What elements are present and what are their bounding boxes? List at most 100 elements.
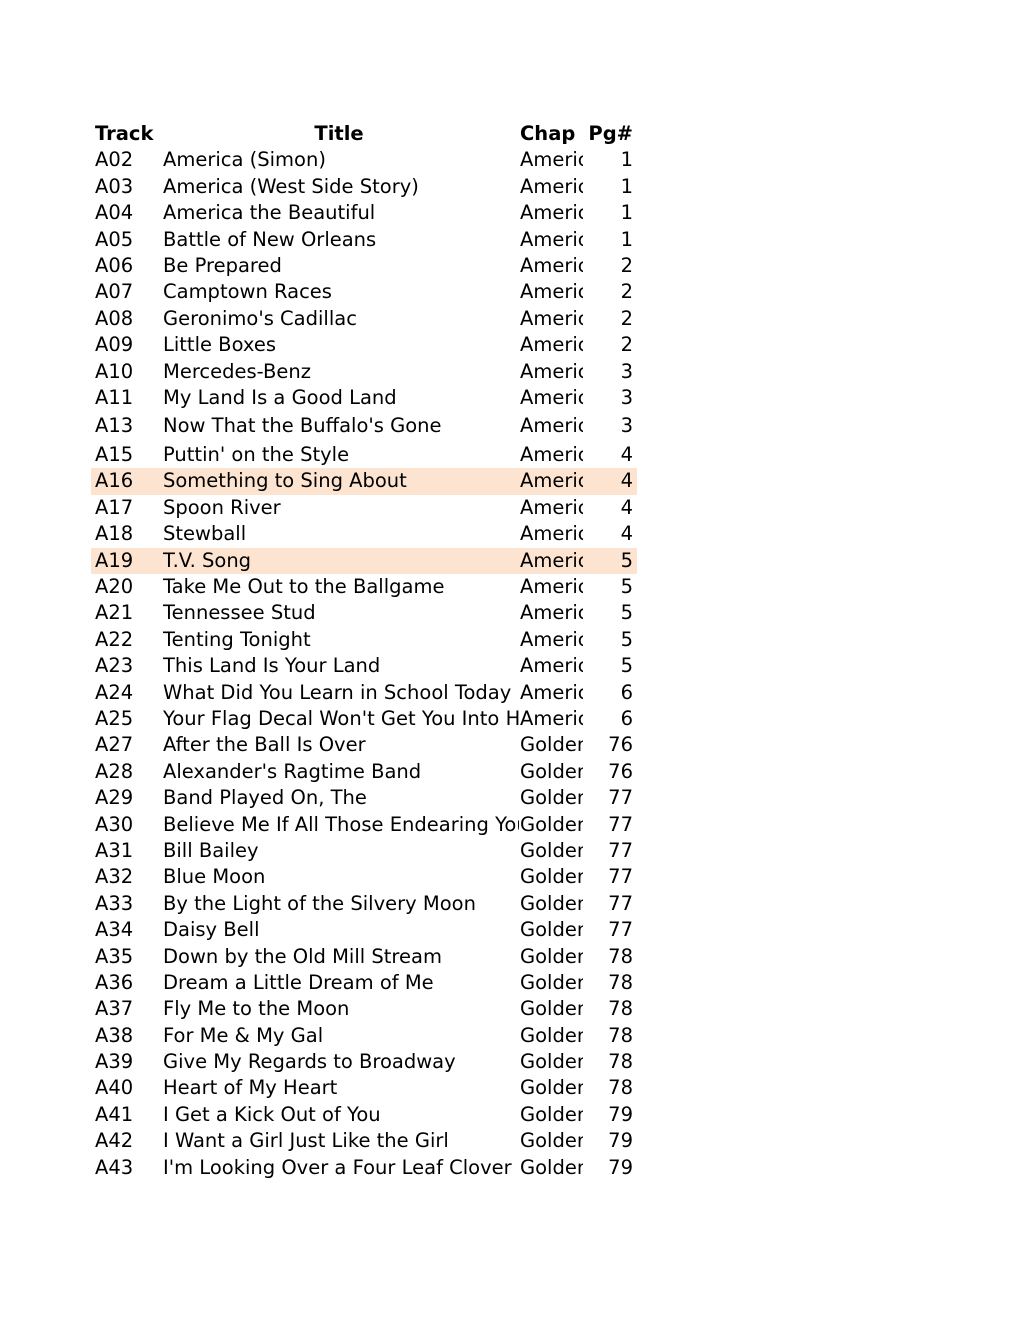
- pg-cell: 5: [620, 654, 633, 678]
- pg-cell: 2: [620, 333, 633, 357]
- track-cell: A17: [95, 495, 134, 519]
- pg-cell: 78: [608, 970, 633, 994]
- chap-cell: Golden: [520, 865, 583, 889]
- table-row: A16 Something to Sing About America 4: [91, 468, 637, 495]
- track-cell: A33: [95, 891, 134, 915]
- track-cell: A27: [95, 733, 134, 757]
- chap-cell: Golden: [520, 1023, 583, 1047]
- pg-cell: 2: [620, 280, 633, 304]
- pg-cell: 1: [620, 174, 633, 198]
- chap-cell: Golden: [520, 1076, 583, 1100]
- title-cell: Fly Me to the Moon: [163, 997, 350, 1021]
- chap-cell: America: [520, 174, 583, 198]
- table-row: A29 Band Played On, The Golden 77: [91, 785, 637, 811]
- pg-cell: 76: [608, 759, 633, 783]
- title-cell: Take Me Out to the Ballgame: [163, 575, 445, 599]
- track-cell: A02: [95, 148, 134, 172]
- header-chap: Chap: [520, 122, 576, 145]
- chap-cell: Golden: [520, 786, 583, 810]
- chap-cell: America: [520, 280, 583, 304]
- track-cell: A28: [95, 759, 134, 783]
- track-cell: A06: [95, 253, 134, 277]
- table-row: A22 Tenting Tonight America 5: [91, 627, 637, 653]
- table-row: A21 Tennessee Stud America 5: [91, 600, 637, 626]
- table-row: A03 America (West Side Story) America 1: [91, 174, 637, 200]
- chap-cell: America: [520, 680, 583, 704]
- table-row: A09 Little Boxes America 2: [91, 332, 637, 358]
- track-cell: A19: [95, 548, 134, 572]
- title-cell: Down by the Old Mill Stream: [163, 944, 442, 968]
- track-cell: A13: [95, 414, 134, 438]
- title-cell: I Get a Kick Out of You: [163, 1102, 381, 1126]
- track-table: Track Title Chap Pg# A02 America (Simon) A…: [91, 121, 637, 1181]
- track-cell: A22: [95, 627, 134, 651]
- chap-cell: Golden: [520, 1102, 583, 1126]
- chap-cell: Golden: [520, 733, 583, 757]
- track-cell: A03: [95, 174, 134, 198]
- table-row: A37 Fly Me to the Moon Golden 78: [91, 996, 637, 1022]
- pg-cell: 2: [620, 253, 633, 277]
- chap-cell: America: [520, 469, 583, 493]
- chap-cell: America: [520, 627, 583, 651]
- title-cell: Tennessee Stud: [163, 601, 316, 625]
- pg-cell: 1: [620, 148, 633, 172]
- track-cell: A20: [95, 575, 134, 599]
- track-cell: A39: [95, 1050, 134, 1074]
- title-cell: Be Prepared: [163, 253, 282, 277]
- table-row: A13 Now That the Buffalo's Gone America 3: [91, 411, 637, 440]
- track-cell: A23: [95, 654, 134, 678]
- table-row: A30 Believe Me If All Those Endearing You…: [91, 812, 637, 838]
- pg-cell: 79: [608, 1129, 633, 1153]
- title-cell: By the Light of the Silvery Moon: [163, 891, 476, 915]
- table-row: A11 My Land Is a Good Land America 3: [91, 385, 637, 411]
- pg-cell: 4: [620, 442, 633, 466]
- track-cell: A32: [95, 865, 134, 889]
- pg-cell: 77: [608, 838, 633, 862]
- pg-cell: 76: [608, 733, 633, 757]
- pg-cell: 1: [620, 201, 633, 225]
- title-cell: Daisy Bell: [163, 918, 260, 942]
- track-cell: A24: [95, 680, 134, 704]
- title-cell: Dream a Little Dream of Me: [163, 970, 434, 994]
- track-cell: A25: [95, 707, 134, 730]
- table-row: A02 America (Simon) America 1: [91, 147, 637, 173]
- track-cell: A35: [95, 944, 134, 968]
- title-cell: America (Simon): [163, 148, 326, 172]
- track-cell: A11: [95, 385, 134, 409]
- table-row: A04 America the Beautiful America 1: [91, 200, 637, 226]
- title-cell: I Want a Girl Just Like the Girl: [163, 1129, 449, 1153]
- track-cell: A37: [95, 997, 134, 1021]
- table-row: A05 Battle of New Orleans America 1: [91, 227, 637, 253]
- title-cell: This Land Is Your Land: [163, 654, 381, 678]
- chap-cell: America: [520, 522, 583, 546]
- chap-cell: America: [520, 707, 583, 730]
- table-row: A41 I Get a Kick Out of You Golden 79: [91, 1102, 637, 1128]
- chap-cell: Golden: [520, 1155, 583, 1179]
- title-cell: Puttin' on the Style: [163, 442, 350, 466]
- table-row: A36 Dream a Little Dream of Me Golden 78: [91, 970, 637, 996]
- title-cell: America the Beautiful: [163, 201, 376, 225]
- title-cell: Bill Bailey: [163, 838, 259, 862]
- title-cell: Spoon River: [163, 495, 281, 519]
- track-cell: A36: [95, 970, 134, 994]
- track-cell: A30: [95, 812, 134, 836]
- title-cell: After the Ball Is Over: [163, 733, 366, 757]
- track-cell: A38: [95, 1023, 134, 1047]
- pg-cell: 5: [620, 627, 633, 651]
- pg-cell: 5: [620, 575, 633, 599]
- title-cell: For Me & My Gal: [163, 1023, 324, 1047]
- pg-cell: 79: [608, 1155, 633, 1179]
- header-title: Title: [314, 122, 364, 145]
- title-cell: Alexander's Ragtime Band: [163, 759, 422, 783]
- chap-cell: America: [520, 442, 583, 466]
- pg-cell: 77: [608, 918, 633, 942]
- pg-cell: 4: [620, 522, 633, 546]
- chap-cell: Golden: [520, 997, 583, 1021]
- table-row: A33 By the Light of the Silvery Moon Golde…: [91, 891, 637, 917]
- pg-cell: 78: [608, 997, 633, 1021]
- title-cell: Blue Moon: [163, 865, 266, 889]
- pg-cell: 2: [620, 306, 633, 330]
- pg-cell: 6: [620, 707, 633, 730]
- pg-cell: 78: [608, 1050, 633, 1074]
- table-row: A15 Puttin' on the Style America 4: [91, 440, 637, 469]
